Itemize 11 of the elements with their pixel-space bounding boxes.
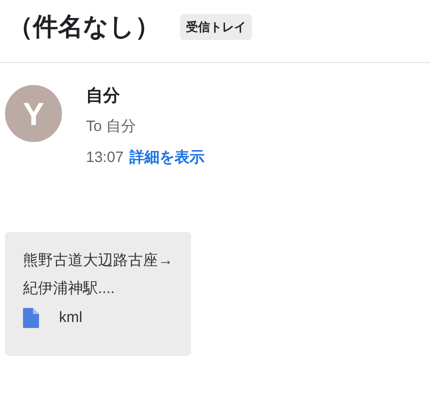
show-details-link[interactable]: 詳細を表示 — [130, 146, 205, 169]
file-icon — [23, 308, 39, 328]
attachment-name: 熊野古道大辺路古座→紀伊浦神駅.... — [23, 251, 173, 299]
inbox-label[interactable]: 受信トレイ — [180, 14, 252, 40]
sent-time: 13:07 — [86, 148, 124, 168]
sender-name: 自分 — [86, 86, 121, 106]
avatar: Y — [5, 85, 62, 142]
file-type: kml — [59, 308, 82, 328]
attachment-card[interactable]: 熊野古道大辺路古座→紀伊浦神駅.... kml — [5, 232, 191, 356]
email-subject: （件名なし） — [8, 14, 160, 40]
recipient-text: To 自分 — [86, 117, 138, 137]
